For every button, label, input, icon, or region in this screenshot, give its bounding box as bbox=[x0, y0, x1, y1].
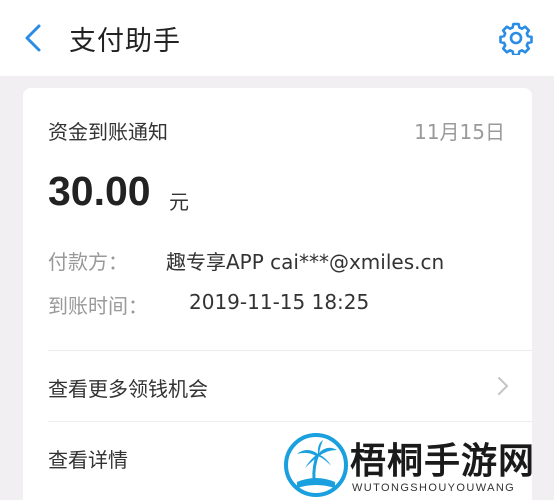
amount-unit: 元 bbox=[169, 190, 189, 214]
payer-label: 付款方： bbox=[48, 250, 128, 274]
notice-date: 11月15日 bbox=[414, 120, 505, 144]
palm-tree-logo bbox=[284, 433, 348, 497]
chevron-right-icon bbox=[498, 377, 508, 395]
notice-title: 资金到账通知 bbox=[48, 120, 168, 144]
site-watermark: 梧桐手游网 WUTONGSHOUYOUWANG bbox=[277, 430, 554, 500]
payer-value: 趣专享APP cai***@xmiles.cn bbox=[166, 250, 445, 274]
view-details-label: 查看详情 bbox=[48, 448, 128, 472]
more-earning-opportunities-link[interactable]: 查看更多领钱机会 bbox=[23, 351, 532, 421]
watermark-subtitle: WUTONGSHOUYOUWANG bbox=[352, 482, 516, 494]
amount-value: 30.00 bbox=[48, 168, 151, 214]
top-bar: 支付助手 bbox=[0, 0, 554, 76]
arrival-time-value: 2019-11-15 18:25 bbox=[189, 290, 370, 314]
arrival-time-label: 到账时间： bbox=[48, 294, 148, 318]
chevron-left-icon[interactable] bbox=[20, 22, 48, 54]
gear-icon[interactable] bbox=[499, 21, 533, 55]
page-title: 支付助手 bbox=[69, 26, 181, 57]
more-earning-opportunities-label: 查看更多领钱机会 bbox=[48, 377, 208, 401]
watermark-title: 梧桐手游网 bbox=[350, 440, 536, 482]
